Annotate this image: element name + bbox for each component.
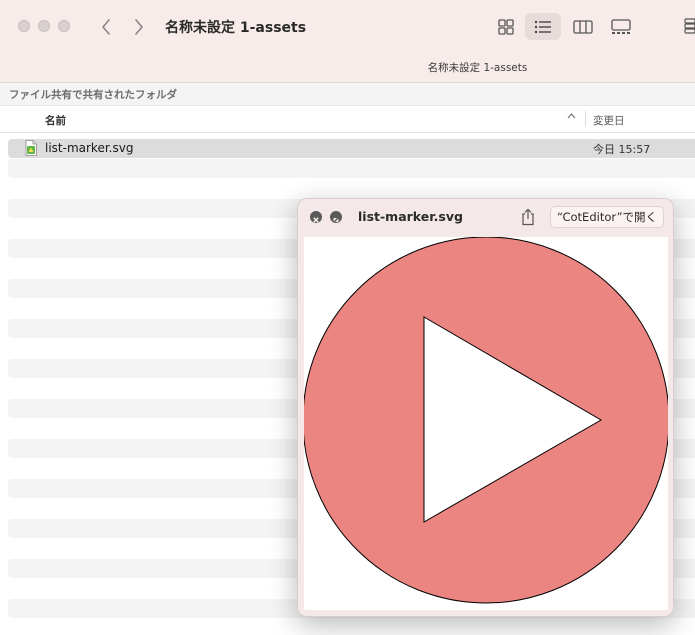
window-title: 名称未設定 1-assets [165,20,307,36]
group-button[interactable] [684,18,695,38]
column-divider[interactable] [585,111,586,127]
file-date: 今日 15:57 [593,143,651,156]
preview-image [304,237,668,604]
share-icon [522,208,534,226]
chevron-right-icon [135,19,143,35]
forward-button[interactable] [128,14,150,40]
fullscreen-icon [333,218,339,222]
share-button[interactable] [520,208,536,226]
fullscreen-button[interactable] [330,211,342,223]
grid-icon [498,18,514,35]
gallery-icon [611,18,631,34]
quicklook-title: list-marker.svg [358,209,463,224]
open-with-button[interactable]: “CotEditor”で開く [550,206,664,228]
close-icon [313,217,319,223]
banner-text: ファイル共有で共有されたフォルダ [9,89,177,101]
column-header: 名前 変更日 [0,106,695,133]
name-column-header[interactable]: 名前 [45,113,66,128]
file-name: list-marker.svg [45,141,134,155]
gallery-view-button[interactable] [603,13,639,40]
finder-toolbar: 名称未設定 1-assets 名称未設定 1-assets [0,0,695,83]
file-row[interactable]: list-marker.svg 今日 15:57 [8,139,695,158]
list-icon [534,20,551,33]
close-window-button[interactable] [18,20,30,32]
back-button[interactable] [95,14,117,40]
zoom-window-button[interactable] [58,20,70,32]
column-view-button[interactable] [565,13,601,40]
date-column-header[interactable]: 変更日 [593,113,625,128]
close-button[interactable] [310,211,322,223]
group-icon [684,18,695,34]
icon-view-button[interactable] [488,13,524,40]
svg-file-icon [25,140,37,156]
svg-preview [304,237,668,610]
chevron-up-icon [567,112,576,123]
path-label: 名称未設定 1-assets [427,62,528,74]
list-view-button[interactable] [525,13,561,40]
minimize-window-button[interactable] [38,20,50,32]
shared-folder-banner: ファイル共有で共有されたフォルダ [0,83,695,106]
quicklook-panel: list-marker.svg “CotEditor”で開く [297,198,674,617]
columns-icon [573,19,593,34]
chevron-left-icon [102,19,110,35]
empty-row [8,159,695,178]
